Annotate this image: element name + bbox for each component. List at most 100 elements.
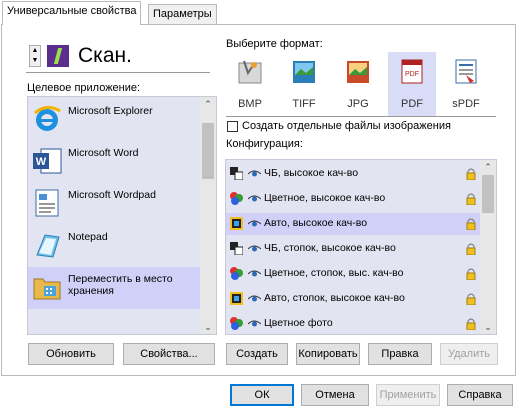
scroll-up-icon[interactable]: ⌃ bbox=[200, 97, 216, 111]
target-app-label: Целевое приложение: bbox=[27, 82, 141, 94]
lock-icon bbox=[466, 218, 476, 230]
format-label-pdf: PDF bbox=[401, 98, 423, 110]
bmp-file-icon bbox=[238, 60, 262, 84]
format-pdf[interactable]: PDF PDF bbox=[388, 52, 436, 116]
cancel-button[interactable]: Отмена bbox=[301, 384, 369, 406]
create-button[interactable]: Создать bbox=[226, 343, 288, 365]
config-item-label: Цветное фото bbox=[264, 317, 333, 329]
copy-button[interactable]: Копировать bbox=[296, 343, 360, 365]
config-list[interactable]: ЧБ, высокое кач-во Цветное, высокое кач-… bbox=[225, 159, 497, 335]
list-item-app[interactable]: Notepad bbox=[28, 225, 201, 267]
svg-text:PDF: PDF bbox=[405, 71, 419, 78]
eye-icon bbox=[248, 320, 261, 327]
format-bmp[interactable]: BMP bbox=[226, 52, 274, 116]
app-label: Microsoft Word bbox=[68, 147, 139, 159]
color-icon bbox=[230, 192, 243, 205]
scroll-down-icon[interactable]: ⌄ bbox=[200, 320, 216, 334]
word-icon: W bbox=[33, 148, 62, 174]
jpg-file-icon bbox=[347, 61, 369, 83]
eye-icon bbox=[248, 170, 261, 177]
app-label: Переместить в место хранения bbox=[68, 273, 173, 297]
properties-button[interactable]: Свойства... bbox=[123, 343, 215, 365]
scroll-thumb[interactable] bbox=[202, 123, 214, 179]
list-item-config[interactable]: Цветное фото bbox=[226, 313, 482, 334]
eye-icon bbox=[248, 295, 261, 302]
config-item-label: ЧБ, стопок, высокое кач-во bbox=[264, 242, 396, 254]
divider bbox=[26, 72, 210, 73]
tab-strip: Универсальные свойства Параметры bbox=[0, 0, 517, 25]
bw-icon bbox=[230, 167, 243, 180]
storage-folder-icon bbox=[33, 278, 61, 300]
refresh-button[interactable]: Обновить bbox=[28, 343, 114, 365]
tab-universal-properties[interactable]: Универсальные свойства bbox=[2, 1, 142, 25]
color-icon bbox=[230, 317, 243, 330]
scroll-down-icon[interactable]: ⌄ bbox=[480, 320, 496, 334]
scroll-thumb[interactable] bbox=[482, 175, 494, 213]
delete-button[interactable]: Удалить bbox=[440, 343, 498, 365]
app-label: Microsoft Explorer bbox=[68, 105, 153, 117]
svg-text:W: W bbox=[36, 156, 47, 168]
auto-icon bbox=[230, 292, 243, 305]
config-item-label: Цветное, высокое кач-во bbox=[264, 192, 386, 204]
lock-icon bbox=[466, 243, 476, 255]
spin-down-icon[interactable]: ▼ bbox=[30, 56, 40, 66]
eye-icon bbox=[248, 195, 261, 202]
divider bbox=[226, 116, 496, 117]
spdf-file-icon bbox=[455, 59, 477, 84]
format-label-jpg: JPG bbox=[347, 98, 369, 110]
color-icon bbox=[230, 267, 243, 280]
lock-icon bbox=[466, 193, 476, 205]
list-item-config[interactable]: Цветное, высокое кач-во bbox=[226, 188, 482, 210]
list-item-config[interactable]: Цветное, стопок, выс. кач-во bbox=[226, 263, 482, 285]
tiff-file-icon bbox=[293, 61, 315, 83]
scroll-up-icon[interactable]: ⌃ bbox=[480, 160, 496, 174]
config-item-label: ЧБ, высокое кач-во bbox=[264, 167, 359, 179]
lock-icon bbox=[466, 268, 476, 280]
config-item-label: Авто, высокое кач-во bbox=[264, 217, 368, 229]
app-list-scrollbar[interactable]: ⌃ ⌄ bbox=[200, 97, 216, 334]
eye-icon bbox=[248, 220, 261, 227]
tab-parameters[interactable]: Параметры bbox=[148, 4, 217, 24]
format-label-spdf: sPDF bbox=[452, 98, 480, 110]
ok-button[interactable]: ОК bbox=[230, 384, 294, 406]
edit-button[interactable]: Правка bbox=[368, 343, 432, 365]
scan-button-icon bbox=[47, 45, 69, 67]
scan-config-name: Скан. bbox=[78, 44, 132, 67]
spin-up-icon[interactable]: ▲ bbox=[30, 46, 40, 56]
lock-icon bbox=[466, 318, 476, 330]
internet-explorer-icon bbox=[34, 106, 61, 131]
format-label: Выберите формат: bbox=[226, 38, 323, 50]
config-label: Конфигурация: bbox=[226, 138, 303, 150]
format-spdf[interactable]: sPDF bbox=[442, 52, 490, 116]
list-item-config[interactable]: Авто, высокое кач-во bbox=[226, 213, 482, 235]
config-item-label: Цветное, стопок, выс. кач-во bbox=[264, 267, 404, 279]
format-tiff[interactable]: TIFF bbox=[280, 52, 328, 116]
wordpad-icon bbox=[35, 189, 59, 217]
bw-icon bbox=[230, 242, 243, 255]
scan-spinner[interactable]: ▲ ▼ bbox=[29, 45, 41, 67]
list-item-app[interactable]: Microsoft Explorer bbox=[28, 99, 201, 141]
eye-icon bbox=[248, 245, 261, 252]
format-label-bmp: BMP bbox=[238, 98, 262, 110]
config-item-label: Авто, стопок, высокое кач-во bbox=[264, 292, 405, 304]
apply-button[interactable]: Применить bbox=[376, 384, 440, 406]
list-item-config[interactable]: ЧБ, высокое кач-во bbox=[226, 163, 482, 185]
separate-files-checkbox[interactable] bbox=[227, 121, 238, 132]
format-label-tiff: TIFF bbox=[292, 98, 316, 110]
format-jpg[interactable]: JPG bbox=[334, 52, 382, 116]
list-item-config[interactable]: Авто, стопок, высокое кач-во bbox=[226, 288, 482, 310]
list-item-app[interactable]: Microsoft Wordpad bbox=[28, 183, 201, 225]
list-item-app[interactable]: Переместить в место хранения bbox=[28, 267, 201, 309]
app-label: Microsoft Wordpad bbox=[68, 189, 156, 201]
config-list-scrollbar[interactable]: ⌃ ⌄ bbox=[480, 160, 496, 334]
eye-icon bbox=[248, 270, 261, 277]
lock-icon bbox=[466, 293, 476, 305]
lock-icon bbox=[466, 168, 476, 180]
target-app-list[interactable]: Microsoft Explorer W Microsoft Word Micr… bbox=[27, 96, 217, 335]
separate-files-label: Создать отдельные файлы изображения bbox=[242, 120, 451, 132]
list-item-app[interactable]: W Microsoft Word bbox=[28, 141, 201, 183]
list-item-config[interactable]: ЧБ, стопок, высокое кач-во bbox=[226, 238, 482, 260]
help-button[interactable]: Справка bbox=[447, 384, 513, 406]
app-label: Notepad bbox=[68, 231, 108, 243]
pdf-file-icon: PDF bbox=[401, 59, 423, 84]
